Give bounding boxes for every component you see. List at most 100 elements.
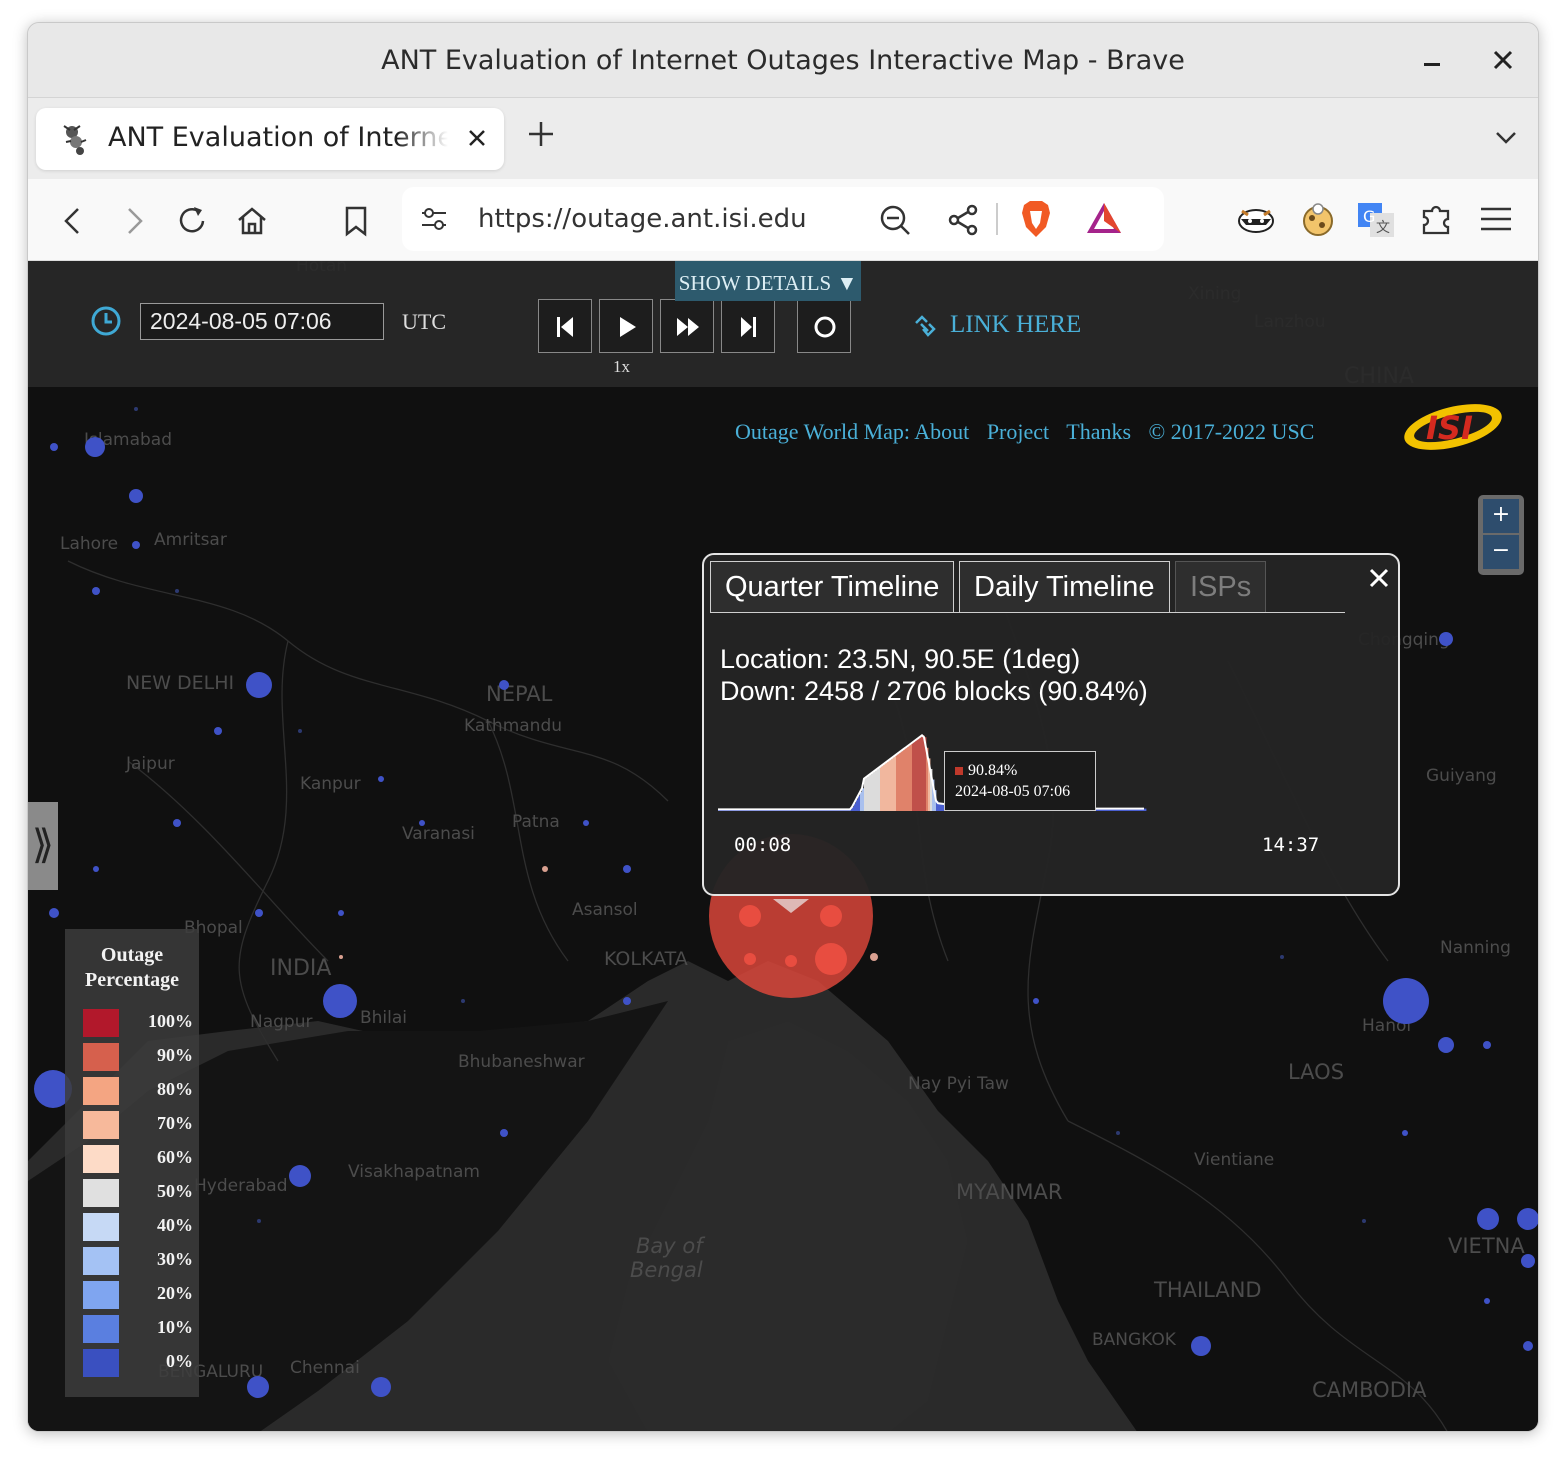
close-icon xyxy=(1493,50,1513,70)
svg-text:Patna: Patna xyxy=(512,812,560,832)
legend-item: 50% xyxy=(83,1179,193,1207)
legend-label: 100% xyxy=(148,1011,193,1031)
forward-icon[interactable] xyxy=(116,203,152,239)
legend-swatch xyxy=(83,1077,119,1105)
timeline-end-label: 14:37 xyxy=(1262,834,1320,856)
url-text[interactable]: https://outage.ant.isi.edu xyxy=(478,204,807,234)
isi-logo[interactable]: ISI xyxy=(1398,393,1508,459)
about-links: Outage World Map: About Project Thanks ©… xyxy=(735,419,1326,445)
extensions-icon[interactable] xyxy=(1416,199,1456,239)
legend-label: 30% xyxy=(157,1249,193,1269)
svg-text:Lahore: Lahore xyxy=(60,534,118,554)
project-link[interactable]: Project xyxy=(987,419,1049,444)
minimize-icon xyxy=(1424,63,1440,66)
zoom-out-icon[interactable] xyxy=(878,203,912,237)
timeline-start-label: 00:08 xyxy=(734,834,792,856)
cookie-extension-icon[interactable] xyxy=(1298,199,1338,239)
site-settings-icon[interactable] xyxy=(418,203,450,235)
svg-text:INDIA: INDIA xyxy=(270,956,331,981)
timeline-bar xyxy=(1144,808,1147,811)
step-forward-button[interactable] xyxy=(721,299,775,353)
legend-label: 40% xyxy=(157,1215,193,1235)
menu-icon[interactable] xyxy=(1476,199,1516,239)
legend-swatch xyxy=(83,1043,119,1071)
google-translate-icon[interactable]: G文 xyxy=(1356,199,1396,239)
title-bar: ANT Evaluation of Internet Outages Inter… xyxy=(28,23,1538,98)
popup-info: Location: 23.5N, 90.5E (1deg) Down: 2458… xyxy=(720,643,1148,707)
close-window-button[interactable] xyxy=(1486,43,1520,77)
legend-label: 80% xyxy=(157,1079,193,1099)
tab-list-button[interactable] xyxy=(1494,118,1518,162)
brave-shields-icon[interactable] xyxy=(1018,199,1054,239)
plus-icon xyxy=(529,122,553,146)
legend-title: Outage Percentage xyxy=(84,944,180,991)
svg-text:Bhubaneshwar: Bhubaneshwar xyxy=(458,1052,585,1072)
link-here-label: LINK HERE xyxy=(950,311,1082,338)
tab-underline xyxy=(710,612,1345,613)
location-popup: Quarter Timeline Daily Timeline ISPs Loc… xyxy=(702,553,1400,896)
play-button[interactable] xyxy=(599,299,653,353)
svg-text:Vientiane: Vientiane xyxy=(1194,1150,1274,1170)
minimize-button[interactable] xyxy=(1416,43,1450,77)
url-bar[interactable]: https://outage.ant.isi.edu xyxy=(402,187,1164,251)
share-icon[interactable] xyxy=(946,203,980,237)
home-icon[interactable] xyxy=(234,203,270,239)
legend-swatch xyxy=(83,1009,119,1037)
timeline-tooltip: 90.84% 2024-08-05 07:06 xyxy=(944,751,1096,811)
tooltip-time: 2024-08-05 07:06 xyxy=(955,783,1071,800)
svg-text:Chennai: Chennai xyxy=(290,1358,360,1378)
location-text: Location: 23.5N, 90.5E (1deg) xyxy=(720,644,1081,674)
legend-swatch xyxy=(83,1315,119,1343)
tab-close-button[interactable] xyxy=(466,120,488,161)
svg-text:G: G xyxy=(1363,207,1375,226)
legend-label: 90% xyxy=(157,1045,193,1065)
skip-to-start-button[interactable] xyxy=(538,299,592,353)
zoom-in-button[interactable]: + xyxy=(1483,499,1519,533)
browser-tab[interactable]: ANT Evaluation of Internet Outages Inter… xyxy=(36,108,504,170)
legend-item: 10% xyxy=(83,1315,193,1343)
legend-label: 10% xyxy=(157,1317,193,1337)
svg-text:Nanning: Nanning xyxy=(1440,938,1511,958)
tab-quarter-timeline[interactable]: Quarter Timeline xyxy=(710,561,955,613)
copyright-text: © 2017-2022 USC xyxy=(1148,419,1315,444)
zoom-out-button[interactable]: − xyxy=(1483,535,1519,569)
svg-text:CAMBODIA: CAMBODIA xyxy=(1312,1378,1427,1402)
bookmark-icon[interactable] xyxy=(338,203,374,239)
zoom-control: + − xyxy=(1478,495,1524,575)
browser-window: ANT Evaluation of Internet Outages Inter… xyxy=(27,22,1539,1432)
thanks-link[interactable]: Thanks xyxy=(1066,419,1131,444)
svg-text:Kathmandu: Kathmandu xyxy=(464,716,562,736)
datetime-input[interactable]: 2024-08-05 07:06 xyxy=(140,303,384,340)
brave-rewards-icon[interactable] xyxy=(1084,199,1124,239)
svg-text:Asansol: Asansol xyxy=(572,900,638,920)
back-icon[interactable] xyxy=(56,203,92,239)
url-divider xyxy=(996,203,998,235)
record-button[interactable] xyxy=(797,299,851,353)
privacy-badger-icon[interactable] xyxy=(1236,199,1276,239)
step-forward-icon xyxy=(741,317,756,337)
about-link[interactable]: Outage World Map: About xyxy=(735,419,969,444)
legend-item: 100% xyxy=(83,1009,193,1037)
legend-item: 90% xyxy=(83,1043,193,1071)
play-icon xyxy=(620,317,636,337)
show-details-button[interactable]: SHOW DETAILS ▼ xyxy=(675,261,861,301)
legend-label: 0% xyxy=(166,1351,193,1371)
svg-text:文: 文 xyxy=(1376,220,1390,236)
fast-forward-button[interactable] xyxy=(660,299,714,353)
clock-icon xyxy=(91,306,121,336)
timezone-label: UTC xyxy=(402,309,446,334)
reload-icon[interactable] xyxy=(174,203,210,239)
map-content[interactable]: Hotan Xining Lanzhou CHINA Islamabad Lah… xyxy=(28,261,1538,1431)
sidebar-toggle-button[interactable]: ⟫ xyxy=(28,802,58,890)
popup-close-button[interactable] xyxy=(1368,559,1390,600)
tab-daily-timeline[interactable]: Daily Timeline xyxy=(959,561,1170,613)
legend-swatch xyxy=(83,1111,119,1139)
svg-text:Amritsar: Amritsar xyxy=(154,530,227,550)
new-tab-button[interactable] xyxy=(528,116,554,159)
link-icon xyxy=(915,315,936,337)
svg-text:NEPAL: NEPAL xyxy=(486,682,553,706)
tab-isps[interactable]: ISPs xyxy=(1175,561,1267,613)
circle-icon xyxy=(814,316,836,338)
svg-text:Jaipur: Jaipur xyxy=(125,754,175,774)
svg-text:Bay of: Bay of xyxy=(636,1234,706,1258)
